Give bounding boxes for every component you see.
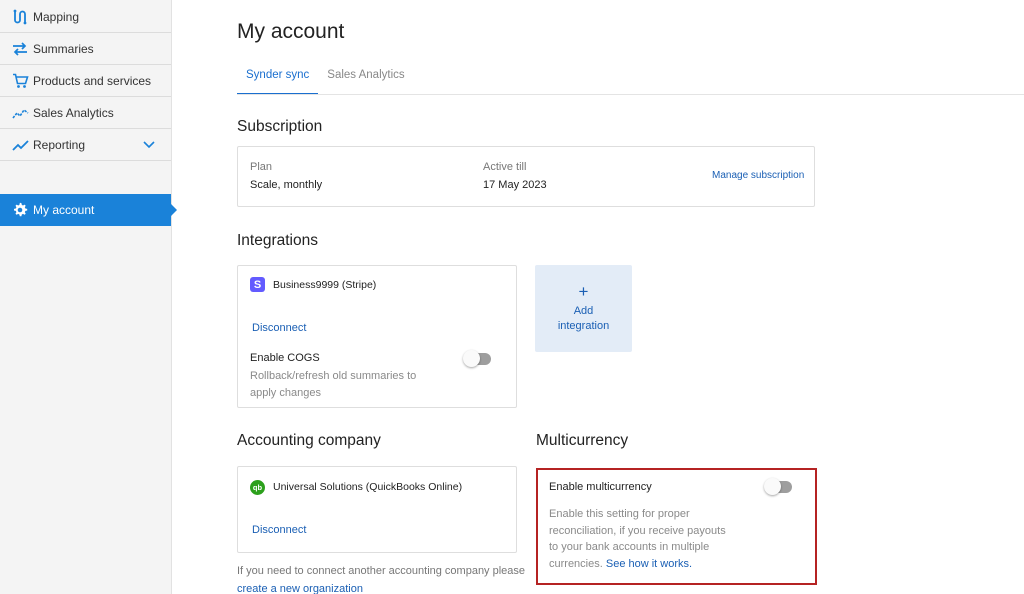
plan-label: Plan — [250, 161, 273, 173]
page-title: My account — [237, 20, 345, 43]
multicurrency-title: Multicurrency — [536, 432, 629, 449]
toggle-knob — [764, 478, 781, 495]
sidebar-item-reporting[interactable]: Reporting — [0, 129, 171, 161]
accounting-title: Accounting company — [237, 432, 381, 449]
sidebar-item-products[interactable]: Products and services — [0, 65, 171, 97]
sidebar-item-label: Sales Analytics — [33, 105, 114, 120]
mapping-icon — [10, 8, 30, 26]
multicurrency-description: Enable this setting for proper reconcili… — [549, 506, 729, 572]
see-how-it-works-link[interactable]: See how it works. — [606, 558, 692, 570]
active-till-value: 17 May 2023 — [483, 179, 547, 191]
active-till-label: Active till — [483, 161, 527, 173]
sidebar-item-summaries[interactable]: Summaries — [0, 33, 171, 65]
accounting-company-name: Universal Solutions (QuickBooks Online) — [273, 481, 463, 493]
subscription-title: Subscription — [237, 118, 323, 135]
accounting-card — [237, 466, 517, 553]
create-organization-link[interactable]: create a new organization — [237, 583, 363, 594]
enable-cogs-label: Enable COGS — [250, 352, 320, 364]
enable-cogs-toggle[interactable] — [463, 350, 491, 367]
integrations-title: Integrations — [237, 232, 318, 249]
sidebar-item-label: Reporting — [33, 137, 86, 152]
manage-subscription-link[interactable]: Manage subscription — [712, 170, 804, 181]
plus-icon: + — [578, 282, 589, 301]
sidebar: Mapping Summaries Products and services … — [0, 0, 177, 594]
tabs-divider — [237, 94, 1024, 95]
sidebar-item-my-account[interactable]: My account — [0, 194, 177, 226]
arrows-icon — [10, 40, 30, 58]
cart-icon — [10, 72, 30, 90]
analytics-icon — [10, 104, 30, 122]
quickbooks-icon: qb — [250, 480, 265, 495]
stripe-icon: S — [250, 277, 265, 292]
enable-cogs-description: Rollback/refresh old summaries to apply … — [250, 370, 417, 399]
integration-name: Business9999 (Stripe) — [273, 279, 377, 291]
sidebar-item-label: Products and services — [33, 73, 152, 88]
sidebar-item-label: Summaries — [33, 41, 94, 56]
disconnect-accounting-link[interactable]: Disconnect — [252, 524, 306, 536]
tab-bar: Synder sync Sales Analytics — [237, 62, 414, 95]
new-organization-text: If you need to connect another accountin… — [237, 565, 526, 577]
tab-synder-sync[interactable]: Synder sync — [237, 62, 319, 95]
plan-value: Scale, monthly — [250, 179, 323, 191]
toggle-knob — [463, 350, 480, 367]
sidebar-item-sales-analytics[interactable]: Sales Analytics — [0, 97, 171, 129]
add-integration-button[interactable]: + Add integration — [535, 265, 632, 352]
sidebar-item-label: Mapping — [33, 9, 80, 24]
new-organization-note: If you need to connect another accountin… — [237, 562, 527, 594]
chevron-down-icon[interactable] — [143, 140, 157, 150]
disconnect-integration-link[interactable]: Disconnect — [252, 322, 306, 334]
enable-multicurrency-toggle[interactable] — [764, 478, 792, 495]
enable-multicurrency-label: Enable multicurrency — [549, 481, 652, 493]
sidebar-item-label: My account — [33, 203, 95, 217]
gear-icon — [10, 201, 30, 219]
trend-icon — [10, 136, 30, 154]
sidebar-item-mapping[interactable]: Mapping — [0, 1, 171, 33]
add-integration-label: Add integration — [557, 305, 610, 332]
tab-sales-analytics[interactable]: Sales Analytics — [318, 62, 413, 95]
